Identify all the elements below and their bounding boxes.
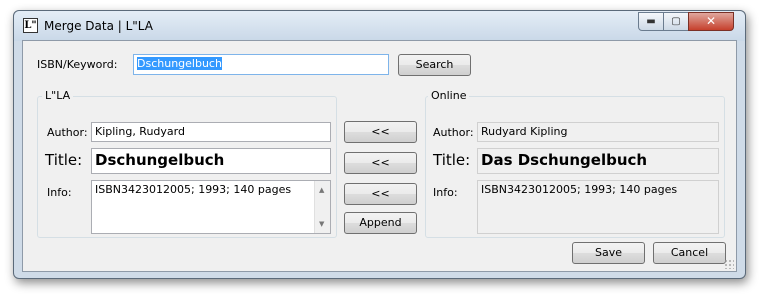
online-info-field: ISBN3423012005; 1993; 140 pages (477, 180, 719, 234)
online-title-field: Das Dschungelbuch (477, 148, 719, 174)
copy-info-button[interactable]: << (344, 183, 417, 205)
minimize-icon[interactable]: ▬ (638, 12, 664, 31)
local-author-field[interactable]: Kipling, Rudyard (91, 122, 331, 142)
scroll-down-icon[interactable]: ▼ (319, 220, 324, 228)
local-info-text: ISBN3423012005; 1993; 140 pages (95, 183, 292, 196)
isbn-keyword-label: ISBN/Keyword: (37, 58, 118, 71)
isbn-keyword-input[interactable]: Dschungelbuch (133, 54, 389, 75)
dialog-body: ISBN/Keyword: Dschungelbuch Search L"LA … (22, 40, 737, 272)
online-author-field: Rudyard Kipling (477, 122, 719, 142)
title-bar[interactable]: L" Merge Data | L"LA ▬ ▢ ✕ (14, 11, 745, 41)
close-icon[interactable]: ✕ (688, 12, 734, 31)
app-logo-icon: L" (23, 18, 38, 33)
copy-title-button[interactable]: << (344, 152, 417, 174)
save-button[interactable]: Save (572, 242, 645, 264)
local-title-label: Title: (45, 151, 83, 169)
online-title-label: Title: (433, 151, 471, 169)
window-title: Merge Data | L"LA (44, 19, 153, 33)
search-button[interactable]: Search (398, 54, 471, 76)
local-info-label: Info: (47, 186, 72, 199)
online-info-label: Info: (433, 186, 458, 199)
append-button[interactable]: Append (344, 212, 417, 234)
local-group-title: L"LA (42, 89, 74, 102)
merge-data-window: L" Merge Data | L"LA ▬ ▢ ✕ ISBN/Keyword:… (13, 10, 746, 279)
search-input-value: Dschungelbuch (137, 57, 222, 70)
online-author-label: Author: (433, 126, 474, 139)
online-group-title: Online (428, 89, 470, 102)
local-author-label: Author: (47, 126, 88, 139)
info-scrollbar[interactable]: ▲ ▼ (314, 181, 330, 233)
cancel-button[interactable]: Cancel (653, 242, 726, 264)
local-title-field[interactable]: Dschungelbuch (91, 148, 331, 174)
scroll-up-icon[interactable]: ▲ (319, 186, 324, 194)
local-info-textarea[interactable]: ISBN3423012005; 1993; 140 pages ▲ ▼ (91, 180, 331, 234)
maximize-icon[interactable]: ▢ (663, 12, 689, 31)
copy-author-button[interactable]: << (344, 121, 417, 143)
resize-grip-icon[interactable] (724, 259, 734, 269)
